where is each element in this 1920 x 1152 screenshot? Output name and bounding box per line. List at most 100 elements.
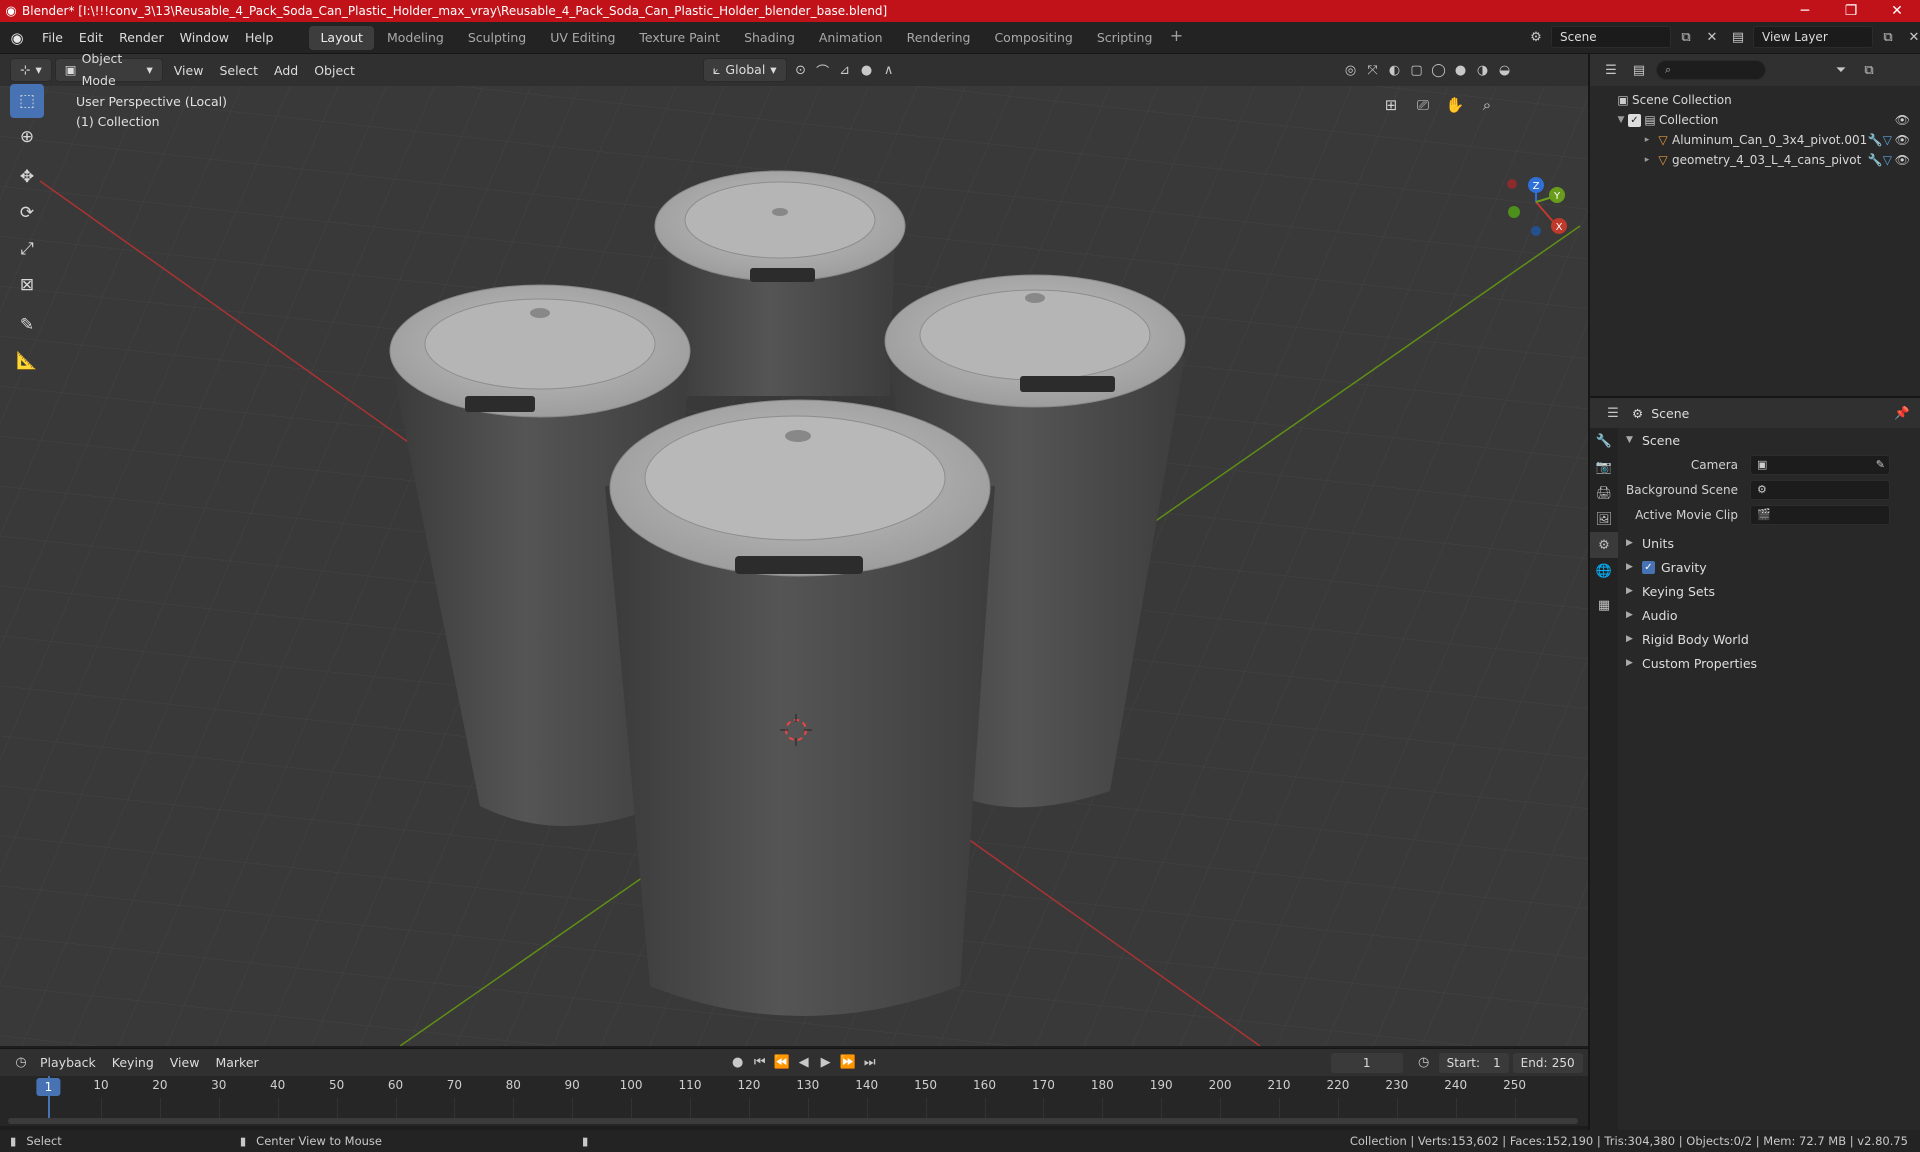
outliner-editor-icon[interactable]: ☰	[1600, 59, 1622, 81]
can-front[interactable]	[605, 399, 995, 1016]
tab-modeling[interactable]: Modeling	[376, 26, 455, 50]
properties-editor-icon[interactable]: ☰	[1602, 402, 1624, 424]
menu-marker[interactable]: Marker	[207, 1055, 266, 1070]
minimize-button[interactable]: ─	[1782, 0, 1828, 22]
tab-scripting[interactable]: Scripting	[1086, 26, 1164, 50]
menu-add[interactable]: Add	[266, 63, 306, 78]
tab-shading[interactable]: Shading	[733, 26, 806, 50]
menu-select[interactable]: Select	[211, 63, 266, 78]
editor-type-button[interactable]: ⊹ ▾	[10, 58, 52, 82]
timeline-body[interactable]: 10 20 30 40 50 60 70 80 90 100 110 120 130 140 150 160 1…	[0, 1076, 1588, 1126]
menu-keying[interactable]: Keying	[104, 1055, 162, 1070]
wireframe-shading-icon[interactable]: ◯	[1428, 59, 1450, 81]
play-icon[interactable]: ▶	[815, 1052, 837, 1074]
rigid-body-world-section[interactable]: ▶ Rigid Body World	[1618, 627, 1920, 651]
texture-tab-icon[interactable]: ▦	[1590, 592, 1618, 618]
rotate-tool-icon[interactable]: ⟳	[10, 196, 44, 230]
collection-checkbox[interactable]: ✓	[1628, 113, 1641, 127]
scene-field[interactable]: Scene	[1551, 26, 1671, 48]
view-layer-field[interactable]: View Layer	[1753, 26, 1873, 48]
transform-tool-icon[interactable]: ⊠	[10, 268, 44, 302]
view-layer-icon[interactable]: ▤	[1727, 26, 1749, 48]
proportional-edit-icon[interactable]: ●	[856, 59, 878, 81]
scene-icon[interactable]: ⚙	[1525, 26, 1547, 48]
grid-view-icon[interactable]: ⊞	[1378, 92, 1404, 118]
pin-icon[interactable]: 📌	[1894, 405, 1910, 421]
tab-rendering[interactable]: Rendering	[896, 26, 982, 50]
3d-viewport[interactable]: Z X Y User Perspective (Local) (1) Colle…	[0, 86, 1588, 1046]
orientation-dropdown[interactable]: ⟀ Global ▾	[702, 58, 787, 82]
add-workspace-icon[interactable]: +	[1165, 26, 1187, 50]
output-tab-icon[interactable]: 🖨	[1590, 480, 1618, 506]
keying-sets-section[interactable]: ▶ Keying Sets	[1618, 579, 1920, 603]
camera-view-icon[interactable]: ⎚	[1410, 92, 1436, 118]
world-tab-icon[interactable]: 🌐	[1590, 558, 1618, 584]
active-movie-clip-field[interactable]: 🎬	[1750, 504, 1890, 525]
menu-playback[interactable]: Playback	[32, 1055, 104, 1070]
expand-collection-icon[interactable]: ▼	[1614, 115, 1628, 125]
delete-view-layer-icon[interactable]: ✕	[1903, 26, 1920, 48]
audio-section[interactable]: ▶ Audio	[1618, 603, 1920, 627]
outliner-search-input[interactable]: ⌕	[1656, 60, 1766, 80]
outliner-object-row[interactable]: ▸ ▽ geometry_4_03_L_4_cans_pivot 🔧▽ 👁	[1590, 150, 1920, 170]
overlay-toggle-icon[interactable]: ◐	[1384, 59, 1406, 81]
scene-collection-row[interactable]: ▣ Scene Collection	[1590, 90, 1920, 110]
scene-section-header[interactable]: ▼ Scene	[1618, 428, 1920, 452]
view-layer-tab-icon[interactable]: 🖼	[1590, 506, 1618, 532]
filter-icon[interactable]: ⏷	[1830, 59, 1852, 81]
delete-scene-icon[interactable]: ✕	[1701, 26, 1723, 48]
play-reverse-icon[interactable]: ◀	[793, 1052, 815, 1074]
cursor-tool-icon[interactable]: ⊕	[10, 120, 44, 154]
select-box-tool-icon[interactable]: ⬚	[10, 84, 44, 118]
menu-timeline-view[interactable]: View	[162, 1055, 208, 1070]
tab-compositing[interactable]: Compositing	[983, 26, 1083, 50]
tab-animation[interactable]: Animation	[808, 26, 894, 50]
can-back[interactable]	[654, 170, 906, 396]
gravity-checkbox[interactable]: ✓	[1642, 560, 1655, 574]
xray-toggle-icon[interactable]: ▢	[1406, 59, 1428, 81]
modifier-icon[interactable]: 🔧▽	[1868, 133, 1892, 147]
menu-render[interactable]: Render	[111, 26, 172, 50]
close-button[interactable]: ✕	[1874, 0, 1920, 22]
rendered-shading-icon[interactable]: ◒	[1494, 59, 1516, 81]
pivot-icon[interactable]: ⊙	[790, 59, 812, 81]
preview-range-icon[interactable]: ◷	[1413, 1052, 1435, 1074]
jump-start-icon[interactable]: ⏮	[749, 1052, 771, 1074]
visibility-icon[interactable]: ◎	[1340, 59, 1362, 81]
measure-tool-icon[interactable]: 📐	[10, 344, 44, 378]
collection-row[interactable]: ▼ ✓ ▤ Collection 👁	[1590, 110, 1920, 130]
menu-object[interactable]: Object	[306, 63, 363, 78]
jump-keyframe-back-icon[interactable]: ⏪	[771, 1052, 793, 1074]
gizmo-toggle-icon[interactable]: ⤧	[1362, 59, 1384, 81]
new-collection-icon[interactable]: ⧉	[1858, 59, 1880, 81]
falloff-icon[interactable]: ∧	[878, 59, 900, 81]
expand-object-icon[interactable]: ▸	[1640, 135, 1654, 145]
material-shading-icon[interactable]: ◑	[1472, 59, 1494, 81]
tab-uv-editing[interactable]: UV Editing	[539, 26, 626, 50]
background-scene-field[interactable]: ⚙	[1750, 479, 1890, 500]
snap-icon[interactable]: ⌒	[812, 59, 834, 81]
custom-properties-section[interactable]: ▶ Custom Properties	[1618, 651, 1920, 675]
scene-tab-icon[interactable]: ⚙	[1590, 532, 1618, 558]
timeline-editor-icon[interactable]: ◷	[10, 1052, 32, 1074]
eye-icon[interactable]: 👁	[1895, 133, 1910, 147]
tab-sculpting[interactable]: Sculpting	[457, 26, 537, 50]
outliner-object-row[interactable]: ▸ ▽ Aluminum_Can_0_3x4_pivot.001 🔧▽ 👁	[1590, 130, 1920, 150]
zoom-icon[interactable]: ⌕	[1474, 92, 1500, 118]
menu-help[interactable]: Help	[237, 26, 282, 50]
blender-menu-icon[interactable]: ◉	[0, 29, 34, 47]
end-frame-field[interactable]: End: 250	[1512, 1052, 1583, 1073]
mode-dropdown[interactable]: ▣ Object Mode ▾	[54, 51, 163, 88]
menu-view[interactable]: View	[166, 63, 212, 78]
current-frame-field[interactable]: 1	[1330, 1052, 1403, 1073]
menu-edit[interactable]: Edit	[71, 26, 111, 50]
move-tool-icon[interactable]: ✥	[10, 160, 44, 194]
camera-field[interactable]: ▣ ✎	[1750, 454, 1890, 475]
eyedropper-icon[interactable]: ✎	[1876, 458, 1885, 471]
render-tab-icon[interactable]: 📷	[1590, 454, 1618, 480]
record-icon[interactable]: ●	[727, 1052, 749, 1074]
eye-icon[interactable]: 👁	[1895, 113, 1910, 127]
new-view-layer-icon[interactable]: ⧉	[1877, 26, 1899, 48]
display-mode-icon[interactable]: ▤	[1628, 59, 1650, 81]
timeline-scrollbar[interactable]	[8, 1118, 1578, 1124]
